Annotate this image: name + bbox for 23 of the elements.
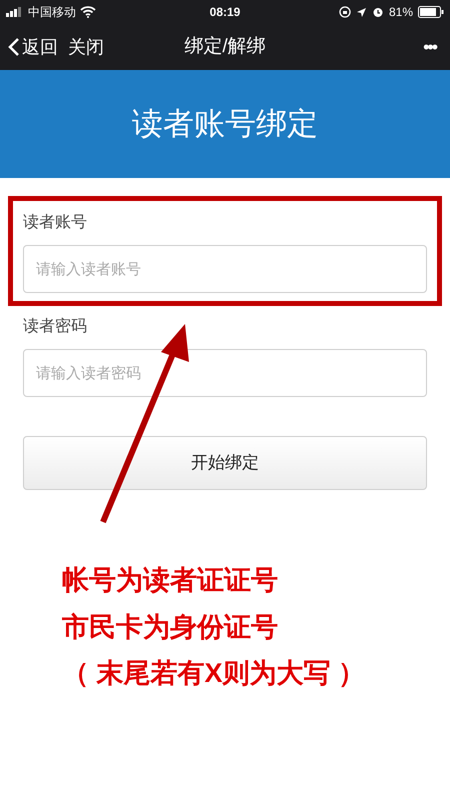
annotation-text: 市民卡为身份证号 [62,610,279,644]
rotation-lock-icon [338,6,351,18]
field-label: 读者密码 [23,316,88,337]
input-field[interactable]: 请输入读者账号 [23,245,427,293]
carrier-name: 中国移动 [28,4,76,21]
header-title: 读者账号绑定 [132,104,318,143]
back-button[interactable]: 返回 [8,34,58,60]
signal-icon [6,7,24,17]
page-title: 绑定/解绑 [184,34,266,59]
input-field[interactable]: 请输入读者密码 [23,349,427,397]
annotation-text: 帐号为读者证证号 [62,564,279,597]
field-label: 读者账号 [23,212,88,233]
chevron-left-icon [8,37,20,57]
location-icon [356,6,367,18]
status-time: 08:19 [210,4,240,21]
close-button[interactable]: 关闭 [68,34,104,60]
alarm-icon [372,6,384,18]
wifi-icon [80,6,96,18]
battery-icon [418,6,444,18]
bind-button[interactable]: 开始绑定 [23,436,427,490]
annotation-text: （ 末尾若有X则为大写 ） [62,657,366,690]
more-button[interactable]: ••• [423,34,436,60]
battery-percent: 81% [388,4,414,21]
